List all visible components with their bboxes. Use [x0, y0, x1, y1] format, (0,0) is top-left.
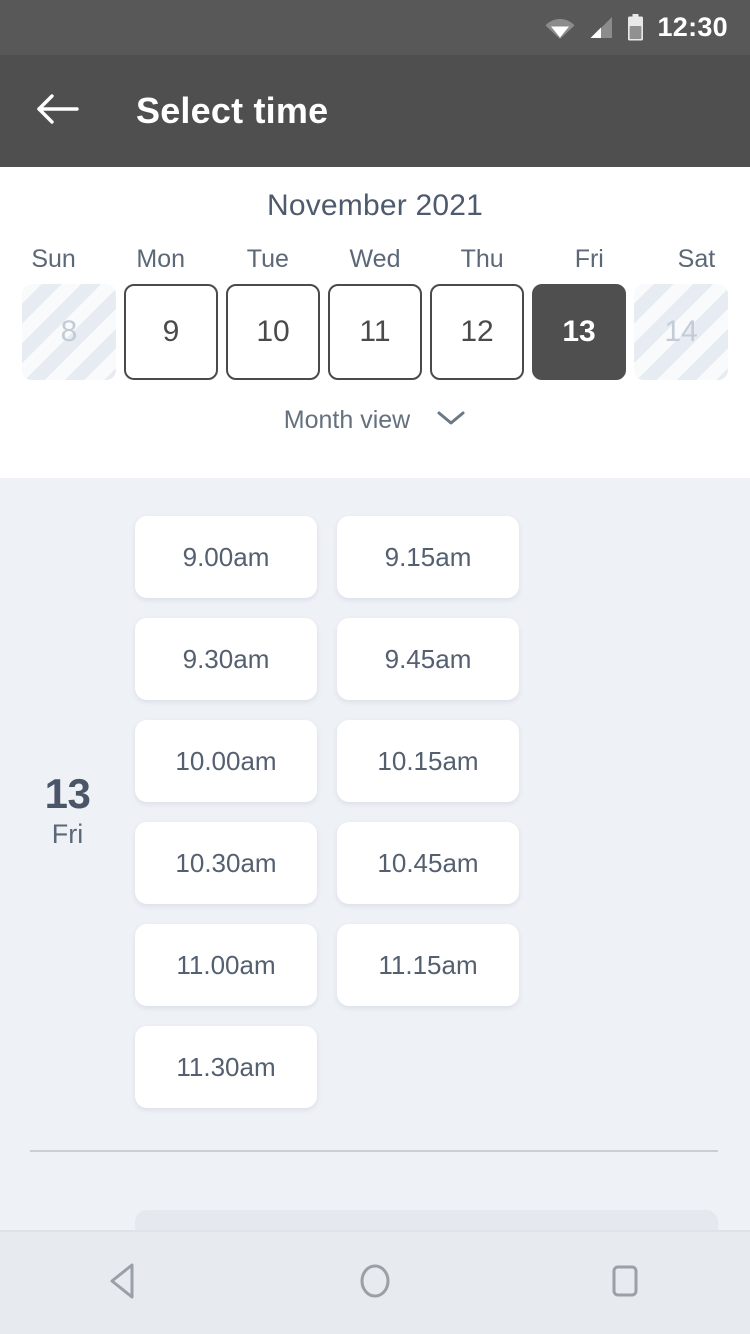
triangle-back-icon	[106, 1261, 144, 1306]
arrow-left-icon	[36, 92, 80, 131]
day-cell-10[interactable]: 10	[226, 284, 320, 380]
salon-closed-banner: Salon closed	[135, 1210, 718, 1230]
weekday-header-row: Sun Mon Tue Wed Thu Fri Sat	[0, 245, 750, 284]
time-slot[interactable]: 11.15am	[337, 924, 519, 1006]
time-slot[interactable]: 10.00am	[135, 720, 317, 802]
weekday-label: Wed	[349, 245, 401, 273]
time-slot[interactable]: 9.15am	[337, 516, 519, 598]
time-slot[interactable]: 9.00am	[135, 516, 317, 598]
nav-back-button[interactable]	[80, 1248, 170, 1318]
calendar-panel: November 2021 Sun Mon Tue Wed Thu Fri Sa…	[0, 167, 750, 478]
day-cell-8: 8	[22, 284, 116, 380]
chevron-down-icon	[436, 409, 466, 432]
time-slot[interactable]: 9.45am	[337, 618, 519, 700]
android-nav-bar	[0, 1230, 750, 1334]
schedule-day-number: 13	[44, 770, 91, 818]
wifi-icon	[545, 16, 575, 40]
schedule-content: 13 Fri 9.00am 9.15am 9.30am 9.45am 10.00…	[0, 478, 750, 1230]
weekday-label: Sun	[31, 245, 76, 273]
weekday-label: Tue	[246, 245, 289, 273]
time-slot[interactable]: 10.45am	[337, 822, 519, 904]
day-schedule-group-14: 14 Sun Salon closed	[0, 1152, 750, 1230]
day-cell-12[interactable]: 12	[430, 284, 524, 380]
circle-home-icon	[355, 1260, 395, 1307]
time-slot-grid: 9.00am 9.15am 9.30am 9.45am 10.00am 10.1…	[135, 516, 718, 1108]
nav-home-button[interactable]	[330, 1248, 420, 1318]
schedule-day-name: Fri	[51, 818, 84, 849]
weekday-label: Sat	[677, 245, 716, 273]
nav-recents-button[interactable]	[580, 1248, 670, 1318]
phone-screen: 12:30 Select time November 2021 Sun Mon …	[0, 0, 750, 1334]
status-clock: 12:30	[657, 12, 728, 42]
time-slot[interactable]: 9.30am	[135, 618, 317, 700]
back-button[interactable]	[32, 85, 84, 137]
time-slot[interactable]: 10.30am	[135, 822, 317, 904]
month-title: November 2021	[266, 189, 484, 222]
page-title: Select time	[136, 90, 329, 131]
cell-signal-icon	[588, 16, 614, 40]
day-cell-13[interactable]: 13	[532, 284, 626, 380]
square-recents-icon	[608, 1261, 642, 1306]
status-bar: 12:30	[0, 0, 750, 55]
app-bar: Select time	[0, 55, 750, 167]
day-cell-11[interactable]: 11	[328, 284, 422, 380]
battery-icon	[627, 14, 644, 41]
day-selector-row: 8 9 10 11 12 13 14	[0, 284, 750, 380]
day-cell-14: 14	[634, 284, 728, 380]
month-view-toggle[interactable]: Month view	[0, 380, 750, 435]
weekday-label: Mon	[136, 245, 186, 273]
day-cell-9[interactable]: 9	[124, 284, 218, 380]
time-slot[interactable]: 11.00am	[135, 924, 317, 1006]
time-slot[interactable]: 11.30am	[135, 1026, 317, 1108]
weekday-label: Fri	[574, 245, 604, 273]
month-view-label: Month view	[283, 406, 411, 434]
day-label-column: 13 Fri	[0, 516, 135, 1108]
weekday-label: Thu	[460, 245, 504, 273]
time-slot[interactable]: 10.15am	[337, 720, 519, 802]
day-schedule-group-13: 13 Fri 9.00am 9.15am 9.30am 9.45am 10.00…	[0, 478, 750, 1108]
